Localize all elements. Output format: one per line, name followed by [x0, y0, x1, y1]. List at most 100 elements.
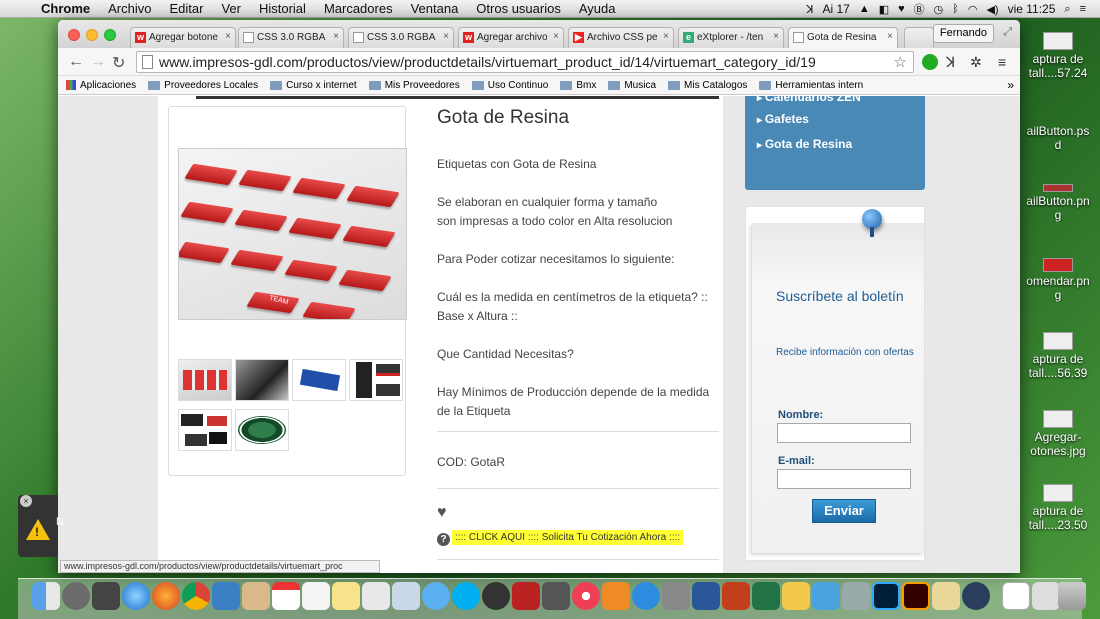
volume-icon[interactable]: ◀) — [986, 3, 998, 16]
ibooks-icon[interactable] — [602, 582, 630, 610]
b-app-icon[interactable] — [962, 582, 990, 610]
reminders-icon[interactable] — [302, 582, 330, 610]
bookmark-musica[interactable]: Musica — [608, 80, 656, 91]
desktop-file-icon[interactable]: aptura de tall....56.39 — [1016, 332, 1100, 380]
heart-menu-icon[interactable]: ♥ — [898, 3, 905, 15]
notes-icon[interactable] — [332, 582, 360, 610]
tab-extplorer[interactable]: e eXtplorer - /ten × — [678, 27, 784, 48]
k-extension-icon[interactable]: ꓘ — [946, 54, 955, 71]
time-machine-icon[interactable]: ◷ — [934, 3, 944, 16]
menu-ayuda[interactable]: Ayuda — [570, 1, 625, 16]
menu-icon[interactable]: ≡ — [998, 54, 1006, 70]
illustrator-icon[interactable] — [902, 582, 930, 610]
menu-otros-usuarios[interactable]: Otros usuarios — [467, 1, 570, 16]
camera-icon[interactable] — [482, 582, 510, 610]
category-gafetes[interactable]: Gafetes — [757, 112, 809, 126]
thumbnail-image[interactable] — [178, 359, 232, 401]
menu-archivo[interactable]: Archivo — [99, 1, 160, 16]
close-tab-icon[interactable]: × — [553, 31, 559, 42]
app-icon[interactable] — [842, 582, 870, 610]
back-button[interactable]: ← — [68, 53, 84, 71]
extension-green-icon[interactable] — [922, 54, 938, 70]
close-tab-icon[interactable]: × — [225, 31, 231, 42]
spotlight-icon[interactable]: ⌕ — [1064, 3, 1070, 16]
files-icon[interactable] — [932, 582, 960, 610]
wifi-icon[interactable]: ◠ — [968, 3, 978, 16]
thumbnail-image[interactable] — [178, 409, 232, 451]
bug-extension-icon[interactable]: ✲ — [970, 54, 982, 71]
finder-icon[interactable] — [32, 582, 60, 610]
system-preferences-icon[interactable] — [662, 582, 690, 610]
safari-icon[interactable] — [122, 582, 150, 610]
document-icon[interactable] — [1002, 582, 1030, 610]
desktop-file-icon[interactable]: aptura de tall....23.50 — [1016, 484, 1100, 532]
bookmark-mis-catalogos[interactable]: Mis Catalogos — [668, 80, 747, 91]
name-field[interactable] — [777, 423, 911, 443]
bookmark-proveedores-locales[interactable]: Proveedores Locales — [148, 80, 258, 91]
calendar-icon[interactable] — [272, 582, 300, 610]
b-menu-icon[interactable]: Ⓑ — [914, 1, 925, 17]
tab-agregar-archivo[interactable]: w Agregar archivo × — [458, 27, 564, 48]
menu-marcadores[interactable]: Marcadores — [315, 1, 402, 16]
menu-editar[interactable]: Editar — [160, 1, 212, 16]
zoom-window-button[interactable] — [104, 29, 116, 41]
photo-booth-icon[interactable] — [512, 582, 540, 610]
new-tab-button[interactable] — [904, 27, 934, 48]
tab-archivo-css[interactable]: ▶ Archivo CSS pe × — [568, 27, 674, 48]
tab-css-rgba-1[interactable]: CSS 3.0 RGBA | × — [238, 27, 344, 48]
menu-ventana[interactable]: Ventana — [402, 1, 468, 16]
thumbnail-image[interactable] — [292, 359, 346, 401]
heart-icon[interactable]: ♥ — [437, 504, 447, 522]
menu-app-chrome[interactable]: Chrome — [32, 1, 99, 16]
notification-center-icon[interactable]: ≡ — [1080, 3, 1086, 15]
reload-button[interactable]: ↻ — [112, 53, 125, 73]
minimize-window-button[interactable] — [86, 29, 98, 41]
firefox-icon[interactable] — [152, 582, 180, 610]
thumbnail-image[interactable] — [235, 409, 289, 451]
product-main-image[interactable]: TEAM — [178, 148, 407, 320]
excel-icon[interactable] — [752, 582, 780, 610]
tab-gota-de-resina[interactable]: Gota de Resina × — [788, 27, 898, 48]
more-bookmarks-button[interactable]: » — [1007, 78, 1014, 92]
thumbnail-image[interactable] — [235, 359, 289, 401]
menu-extra-icon[interactable]: ◧ — [879, 3, 889, 16]
bookmark-herramientas[interactable]: Herramientas intern — [759, 80, 863, 91]
adobe-icon[interactable]: Ai 17 — [822, 2, 849, 16]
textedit-icon[interactable] — [362, 582, 390, 610]
clock[interactable]: vie 11:25 — [1008, 2, 1056, 16]
desktop-file-icon[interactable]: omendar.pn g — [1016, 258, 1100, 302]
desktop-file-icon[interactable]: aptura de tall....57.24 — [1016, 32, 1100, 80]
close-window-button[interactable] — [68, 29, 80, 41]
tab-css-rgba-2[interactable]: CSS 3.0 RGBA | × — [348, 27, 454, 48]
trash-icon[interactable] — [1058, 582, 1086, 610]
category-calendarios[interactable]: Calendarios ZEN — [757, 96, 861, 104]
profile-button[interactable]: Fernando — [932, 24, 994, 43]
bookmark-star-icon[interactable]: ☆ — [894, 53, 907, 71]
desktop-file-icon[interactable]: Agregar- otones.jpg — [1016, 410, 1100, 458]
word-icon[interactable] — [692, 582, 720, 610]
close-tab-icon[interactable]: × — [663, 31, 669, 42]
skype-icon[interactable] — [452, 582, 480, 610]
launchpad-icon[interactable] — [62, 582, 90, 610]
mail-icon[interactable] — [212, 582, 240, 610]
drive-icon[interactable]: ▲ — [859, 3, 870, 15]
submit-button[interactable]: Enviar — [812, 499, 876, 523]
desktop-file-icon[interactable]: ailButton.ps d — [1016, 124, 1100, 152]
email-field[interactable] — [777, 469, 911, 489]
bookmark-bmx[interactable]: Bmx — [560, 80, 596, 91]
app-store-icon[interactable] — [632, 582, 660, 610]
close-tab-icon[interactable]: × — [887, 31, 893, 42]
forward-button[interactable]: → — [90, 53, 106, 71]
bookmark-uso-continuo[interactable]: Uso Continuo — [471, 80, 548, 91]
thumbnail-image[interactable] — [349, 359, 403, 401]
powerpoint-icon[interactable] — [722, 582, 750, 610]
image-capture-icon[interactable] — [542, 582, 570, 610]
bookmark-curso-internet[interactable]: Curso x internet — [270, 80, 357, 91]
quote-request-link[interactable]: :::: CLICK AQUI :::: Solicita Tu Cotizac… — [452, 530, 684, 545]
close-icon[interactable]: × — [20, 495, 32, 507]
close-tab-icon[interactable]: × — [333, 31, 339, 42]
desktop-file-icon[interactable]: ailButton.pn g — [1016, 184, 1100, 222]
people-icon[interactable] — [812, 582, 840, 610]
mission-control-icon[interactable] — [92, 582, 120, 610]
fullscreen-icon[interactable]: ⤢ — [1003, 26, 1012, 39]
